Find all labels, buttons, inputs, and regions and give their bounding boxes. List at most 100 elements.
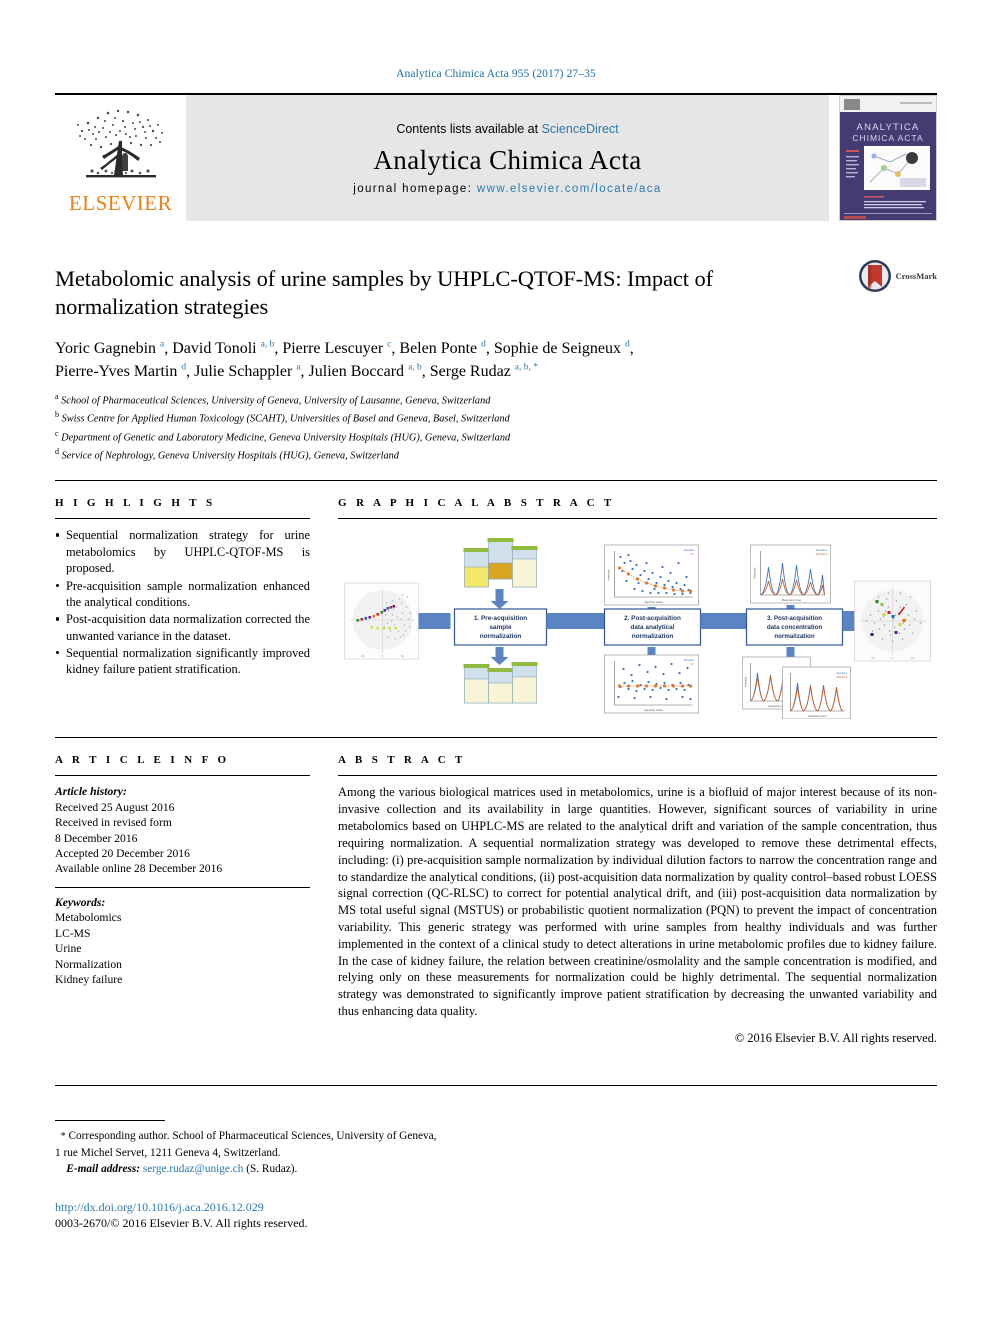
affiliation-item: a School of Pharmaceutical Sciences, Uni… xyxy=(55,391,937,409)
history-item: Received 25 August 2016 xyxy=(55,800,175,814)
author-name: Pierre-Yves Martin xyxy=(55,362,178,380)
author-item[interactable]: Serge Rudaz a, b, * xyxy=(430,363,538,380)
highlights-column: H I G H L I G H T S Sequential normaliza… xyxy=(55,497,310,719)
author-item[interactable]: Belen Ponte d xyxy=(399,339,486,357)
graphical-abstract-figure: -50 0 50 1. Pre-acquisition sample norma… xyxy=(338,527,937,720)
highlights-list: Sequential normalization strategy for ur… xyxy=(55,527,310,677)
abstract-text: Among the various biological matrices us… xyxy=(338,785,937,1018)
issn-copyright: 0003-2670/© 2016 Elsevier B.V. All right… xyxy=(55,1216,308,1231)
ga-arrow-1 xyxy=(418,613,451,630)
ga-scatter2-xlabel: Injection order xyxy=(644,708,663,712)
divider xyxy=(338,775,937,777)
keyword-item: LC-MS xyxy=(55,926,91,940)
keyword-item: Metabolomics xyxy=(55,911,122,925)
affiliation-text: School of Pharmaceutical Sciences, Unive… xyxy=(61,395,491,407)
ga-step-2-box: 2. Post-acquisition data analytical norm… xyxy=(603,608,702,647)
ga-step-2-line-2: data analytical xyxy=(630,624,674,631)
graphical-abstract-column: G R A P H I C A L A B S T R A C T -50 0 … xyxy=(338,497,937,720)
contents-prefix: Contents lists available at xyxy=(396,121,542,136)
divider xyxy=(55,518,310,520)
abstract-heading: A B S T R A C T xyxy=(338,754,466,767)
author-item[interactable]: Julien Boccard a, b xyxy=(309,363,422,380)
keyword-item: Urine xyxy=(55,942,82,956)
ga-drift-scatter-top: Injection order Intensity Samples QC xyxy=(604,545,699,606)
email-owner: (S. Rudaz). xyxy=(246,1162,298,1175)
journal-title: Analytica Chimica Acta xyxy=(373,144,642,175)
author-name: Belen Ponte xyxy=(399,339,478,357)
svg-text:ANALYTICA: ANALYTICA xyxy=(857,122,920,133)
author-affil-marker: a, b xyxy=(260,339,275,350)
affiliation-marker: a xyxy=(55,392,59,402)
author-item[interactable]: Sophie de Seigneux d xyxy=(494,339,630,356)
svg-text:-20: -20 xyxy=(871,656,875,660)
homepage-url[interactable]: www.elsevier.com/locate/aca xyxy=(477,183,662,195)
svg-text:QC: QC xyxy=(690,552,694,556)
title-block: CrossMark Metabolomic analysis of urine … xyxy=(55,243,937,464)
author-item[interactable]: Yoric Gagnebin a xyxy=(55,339,164,357)
history-item: Available online 28 December 2016 xyxy=(55,862,223,876)
affiliation-text: Service of Nephrology, Geneva University… xyxy=(61,450,399,462)
ga-chromatogram-top: Retention time Intensity Sample 1 Sample… xyxy=(750,545,831,604)
divider xyxy=(338,518,937,520)
page-title: Metabolomic analysis of urine samples by… xyxy=(55,266,713,320)
doi-link[interactable]: http://dx.doi.org/10.1016/j.aca.2016.12.… xyxy=(55,1200,937,1215)
ga-legend-sample2: Sample 2 xyxy=(816,552,828,556)
corresponding-author-note: * Corresponding author. School of Pharma… xyxy=(55,1128,937,1145)
ga-legend2-sample2: Sample 2 xyxy=(837,675,849,679)
elsevier-wordmark: ELSEVIER xyxy=(68,191,173,215)
copyright-line: © 2016 Elsevier B.V. All rights reserved… xyxy=(734,1030,937,1045)
corresponding-address: 1 rue Michel Servet, 1211 Geneva 4, Swit… xyxy=(55,1146,281,1159)
author-name: Julie Schappler xyxy=(194,362,293,380)
ga-chrom2-ylabel: Intensity xyxy=(744,677,748,688)
author-item[interactable]: Pierre Lescuyer c xyxy=(282,339,391,356)
divider xyxy=(55,775,310,777)
affiliation-marker: c xyxy=(55,428,59,438)
author-name: Yoric Gagnebin xyxy=(55,339,157,357)
elsevier-tree-icon xyxy=(76,109,163,178)
journal-masthead: ELSEVIER Contents lists available at Sci… xyxy=(55,93,937,221)
author-line-2: Pierre-Yves Martin d, Julie Schappler a,… xyxy=(55,362,539,380)
author-name: David Tonoli xyxy=(172,339,257,357)
author-item[interactable]: Pierre-Yves Martin d xyxy=(55,363,186,380)
divider xyxy=(55,886,310,888)
affiliation-marker: b xyxy=(55,410,59,420)
sciencedirect-link[interactable]: ScienceDirect xyxy=(542,122,619,136)
ga-step-2-line-1: 2. Post-acquisition xyxy=(624,615,681,622)
keywords-label: Keywords: xyxy=(55,895,106,909)
author-item[interactable]: Julie Schappler a xyxy=(194,363,300,380)
ga-step-1-line-2: sample xyxy=(489,624,511,631)
list-item: Pre-acquisition sample normalization enh… xyxy=(55,578,310,611)
list-item: Post-acquisition data normalization corr… xyxy=(55,611,310,644)
email-link[interactable]: serge.rudaz@unige.ch xyxy=(143,1163,244,1175)
corresponding-line-1: Corresponding author. School of Pharmace… xyxy=(68,1130,437,1142)
homepage-label: journal homepage: xyxy=(353,182,477,195)
svg-text:CHIMICA ACTA: CHIMICA ACTA xyxy=(852,133,923,143)
author-affil-marker: d xyxy=(181,362,187,373)
ga-step-3-line-1: 3. Post-acquisition xyxy=(767,615,822,622)
ga-scatter-ylabel: Intensity xyxy=(607,569,611,581)
ga-arrow-3 xyxy=(700,613,751,630)
ga-step-3-box: 3. Post-acquisition data concentration n… xyxy=(745,608,844,647)
elsevier-logo: ELSEVIER xyxy=(55,95,186,221)
email-line: E-mail address: serge.rudaz@unige.ch (S.… xyxy=(55,1161,937,1177)
affiliation-item: d Service of Nephrology, Geneva Universi… xyxy=(55,446,937,464)
crossmark-badge[interactable]: CrossMark xyxy=(858,259,937,293)
history-item: Received in revised form xyxy=(55,816,172,830)
crossmark-label: CrossMark xyxy=(895,271,937,281)
cover-artwork: ANALYTICA CHIMICA ACTA xyxy=(840,96,936,220)
affiliation-text: Swiss Centre for Applied Human Toxicolog… xyxy=(61,413,510,425)
list-item: Sequential normalization strategy for ur… xyxy=(55,527,310,576)
keyword-item: Kidney failure xyxy=(55,972,123,986)
ga-tubes-unnormalized xyxy=(463,538,538,588)
highlights-graphical-row: H I G H L I G H T S Sequential normaliza… xyxy=(55,480,937,720)
author-item[interactable]: David Tonoli a, b xyxy=(172,339,275,357)
keyword-item: Normalization xyxy=(55,957,122,971)
ga-step-3-line-2: data concentration xyxy=(767,624,823,631)
journal-cover-thumbnail[interactable]: ANALYTICA CHIMICA ACTA xyxy=(839,95,937,221)
ga-chrom-xlabel: Retention time xyxy=(782,598,802,602)
running-head: Analytica Chimica Acta 955 (2017) 27–35 xyxy=(396,68,596,80)
ga-down-arrow-1 xyxy=(490,589,509,610)
ga-scatter-xlabel: Injection order xyxy=(644,600,663,604)
ga-chrom-ylabel: Intensity xyxy=(753,567,757,579)
ga-step-1-box: 1. Pre-acquisition sample normalization xyxy=(453,608,548,647)
